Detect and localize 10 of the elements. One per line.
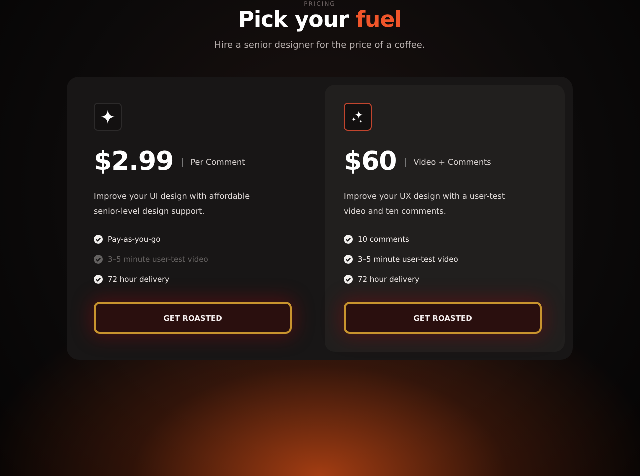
plan-price: $2.99 [94, 147, 174, 177]
price-unit: Per Comment [190, 158, 246, 166]
sparkle-icon [101, 110, 115, 124]
subtitle: Hire a senior designer for the price of a coffee. [214, 41, 426, 51]
plan-description: Improve your UI design with affordable senior-level design support. [94, 191, 251, 218]
page-title: Pick your fuel [238, 8, 402, 33]
price-unit: Video + Comments [414, 158, 492, 166]
sparkles-icon [351, 110, 365, 124]
plan-price: $60 [344, 147, 397, 177]
plan-description: Improve your UX design with a user-test video and ten comments. [344, 191, 506, 218]
